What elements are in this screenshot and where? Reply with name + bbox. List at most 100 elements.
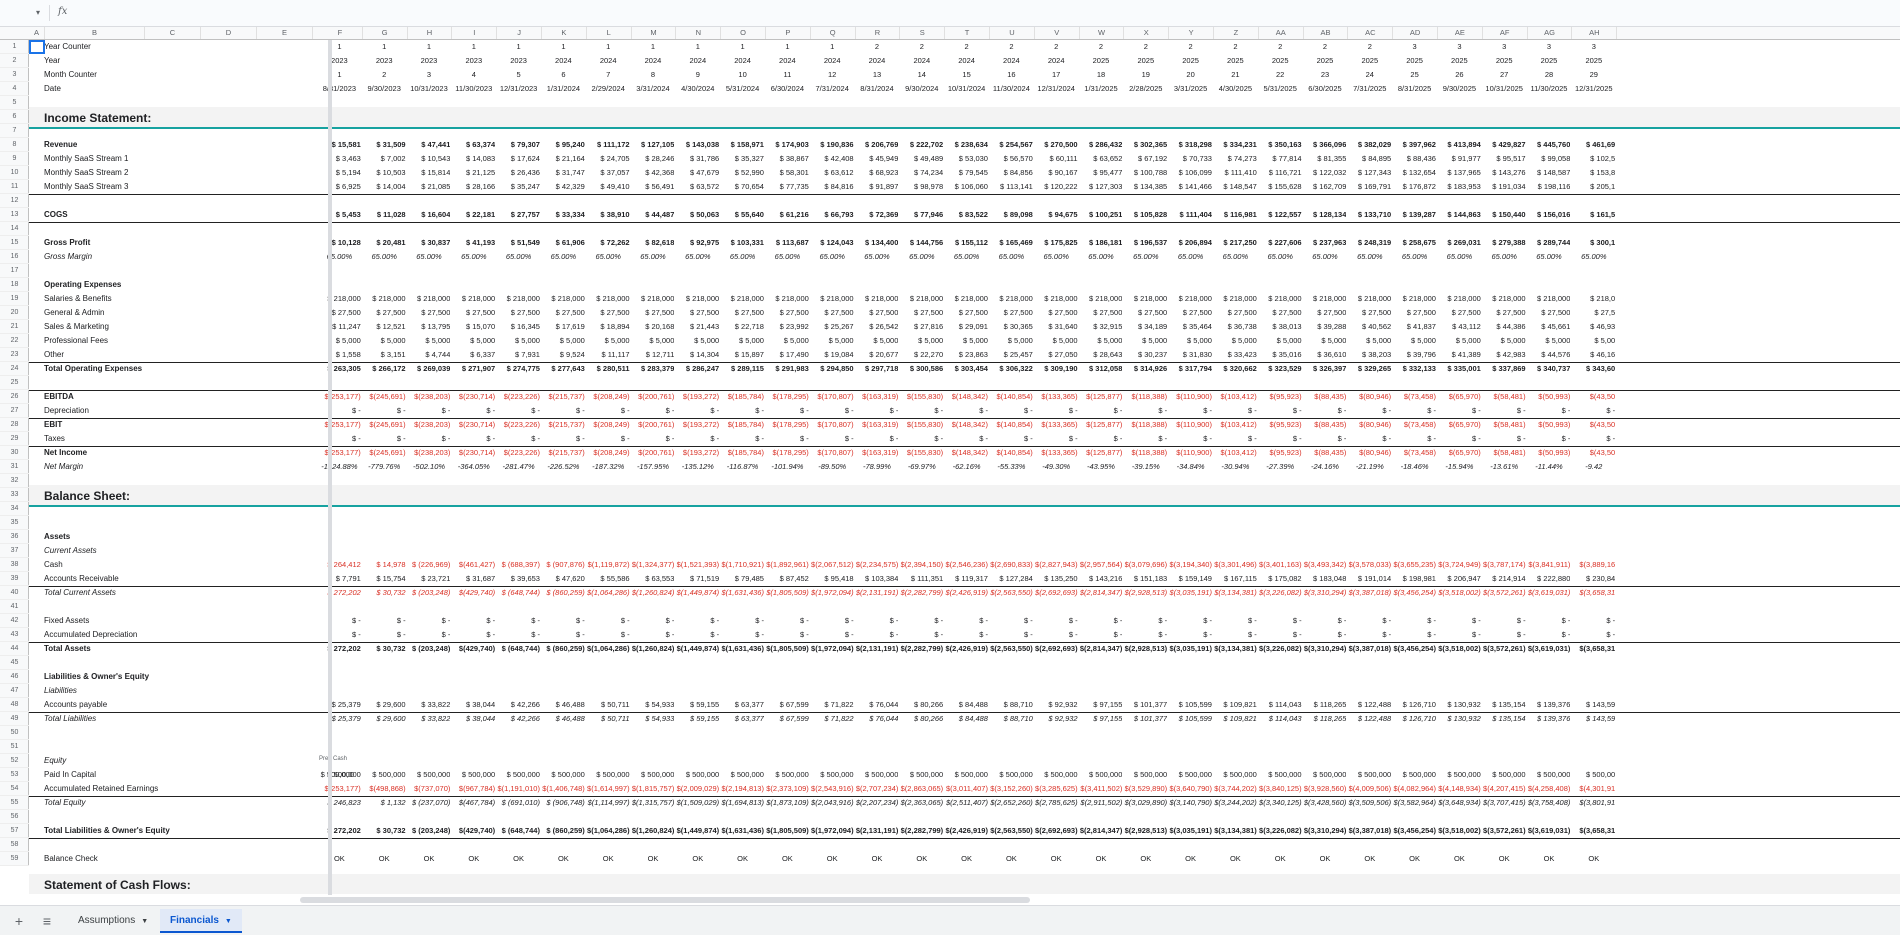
cell-value[interactable]: $ 32,915 [1080,320,1122,334]
cell-value[interactable]: $ - [1080,614,1123,628]
cell-value[interactable]: $ - [1438,404,1481,418]
cell-value[interactable]: $ 3,463 [318,152,361,166]
cell-value[interactable]: $(208,249) [587,446,629,460]
cell-value[interactable]: $ 27,500 [363,306,405,320]
cell-value[interactable]: $ 5,000 [766,334,809,348]
cell-value[interactable]: $(200,761) [632,390,674,404]
cell-value[interactable]: $(2,827,943) [1035,558,1078,572]
cell-value[interactable]: $ 350,163 [1259,138,1301,152]
cell-value[interactable]: 2 [1304,40,1347,54]
cell-value[interactable]: $ - [363,432,406,446]
row-header[interactable]: 47 [0,684,29,698]
cell-value[interactable]: 2/29/2024 [587,82,630,96]
cell-value[interactable]: $ 109,821 [1214,712,1256,726]
row-header[interactable]: 37 [0,544,29,558]
cell-value[interactable]: -78.99% [856,460,899,474]
cell-value[interactable]: $ 500,000 [542,768,584,782]
cell-value[interactable]: $ 135,154 [1483,698,1525,712]
cell-value[interactable]: $ - [1304,614,1347,628]
cell-value[interactable]: $ 5,000 [452,334,495,348]
cell-value[interactable]: $(3,655,235) [1393,558,1436,572]
cell-value[interactable]: $ - [1528,404,1571,418]
cell-value[interactable]: $ 218,000 [1393,292,1436,306]
cell-value[interactable]: $(3,035,191) [1169,642,1212,656]
cell-value[interactable]: $(3,509,506) [1348,796,1392,810]
cell-value[interactable]: $ 35,464 [1169,320,1212,334]
cell-value[interactable]: $ 42,266 [497,698,540,712]
cell-value[interactable]: 8 [632,68,675,82]
row-header[interactable]: 44 [0,642,29,656]
cell-value[interactable]: $ 54,933 [632,698,674,712]
cell-value[interactable]: $(110,900) [1169,390,1212,404]
cell-value[interactable]: $ - [1348,628,1391,642]
cell-value[interactable]: $ - [766,404,809,418]
cell-value[interactable]: $ - [318,432,361,446]
column-header[interactable]: F [318,27,363,39]
cell-value[interactable]: $(3,035,191) [1169,586,1212,600]
cell-value[interactable]: $ - [1169,432,1212,446]
row-header[interactable]: 30 [0,446,29,460]
cell-value[interactable]: $ 95,517 [1483,152,1525,166]
cell-value[interactable]: $(3,801,91 [1572,796,1615,810]
cell-value[interactable]: $ 148,587 [1528,166,1570,180]
cell-value[interactable]: $(3,428,560) [1304,796,1347,810]
cell-value[interactable]: $ 27,500 [497,306,540,320]
cell-value[interactable]: 65.00% [676,250,719,264]
cell-value[interactable]: $ - [1393,614,1436,628]
cell-value[interactable]: $(2,131,191) [856,824,899,838]
cell-value[interactable]: $(3,787,174) [1483,558,1526,572]
cell-value[interactable]: $(155,830) [900,446,943,460]
cell-value[interactable]: $(3,134,381) [1214,824,1257,838]
cell-value[interactable]: $ 76,044 [856,712,898,726]
row-header[interactable]: 7 [0,124,29,138]
cell-value[interactable]: $(1,449,874) [676,824,720,838]
cell-value[interactable]: -62.16% [945,460,988,474]
cell-value[interactable]: $ 36,610 [1304,348,1346,362]
cell-value[interactable]: $ 27,500 [721,306,764,320]
cell-value[interactable]: $ - [1438,628,1481,642]
cell-value[interactable]: $ 5,194 [318,166,361,180]
cell-value[interactable]: $ 12,711 [632,348,675,362]
cell-value[interactable]: $ 38,910 [587,208,629,222]
cell-value[interactable]: $ 38,013 [1259,320,1301,334]
cell-value[interactable]: $ 500,000 [900,768,943,782]
cell-value[interactable]: 2024 [542,54,585,68]
cell-value[interactable]: $ 143,216 [1080,572,1122,586]
cell-value[interactable]: $(65,970) [1438,390,1481,404]
cell-value[interactable]: $ 175,082 [1259,572,1301,586]
cell-value[interactable]: $ - [408,614,451,628]
cell-value[interactable]: $ - [721,614,764,628]
cell-value[interactable]: $ 218,000 [676,292,719,306]
cell-value[interactable]: 2024 [990,54,1033,68]
cell-value[interactable]: $ 27,500 [1259,306,1301,320]
cell-value[interactable]: $(103,412) [1214,446,1257,460]
row-header[interactable]: 46 [0,670,29,684]
cell-value[interactable]: $(58,481) [1483,418,1525,432]
cell-value[interactable]: 2025 [1528,54,1571,68]
row-header[interactable]: 20 [0,306,29,320]
cell-value[interactable]: $ - [363,628,406,642]
cell-value[interactable]: $ - [1214,614,1257,628]
column-header[interactable]: C [145,27,201,39]
column-header[interactable]: K [542,27,587,39]
cell-value[interactable]: $ 97,155 [1080,698,1122,712]
cell-value[interactable]: $ 27,500 [632,306,674,320]
cell-value[interactable]: $(3,194,340) [1169,558,1212,572]
cell-value[interactable]: $(185,784) [721,418,764,432]
cell-value[interactable]: $(467,784) [452,796,495,810]
cell-value[interactable]: $ 218,000 [766,292,808,306]
cell-value[interactable]: $ 68,923 [856,166,898,180]
cell-value[interactable]: $ 5,000 [856,334,898,348]
cell-value[interactable]: $(3,572,261) [1483,642,1526,656]
cell-value[interactable]: $ - [945,614,988,628]
cell-value[interactable]: 2 [1348,40,1391,54]
cell-value[interactable]: $ 63,553 [632,572,674,586]
cell-value[interactable]: $ 5,000 [945,334,988,348]
cell-value[interactable]: $ 111,410 [1214,166,1257,180]
cell-value[interactable]: $ 79,307 [497,138,540,152]
row-header[interactable]: 25 [0,376,29,390]
cell-value[interactable]: OK [811,852,854,866]
cell-value[interactable]: -1624.88% [318,460,361,474]
cell-value[interactable]: $(223,226) [497,418,540,432]
row-header[interactable]: 43 [0,628,29,642]
